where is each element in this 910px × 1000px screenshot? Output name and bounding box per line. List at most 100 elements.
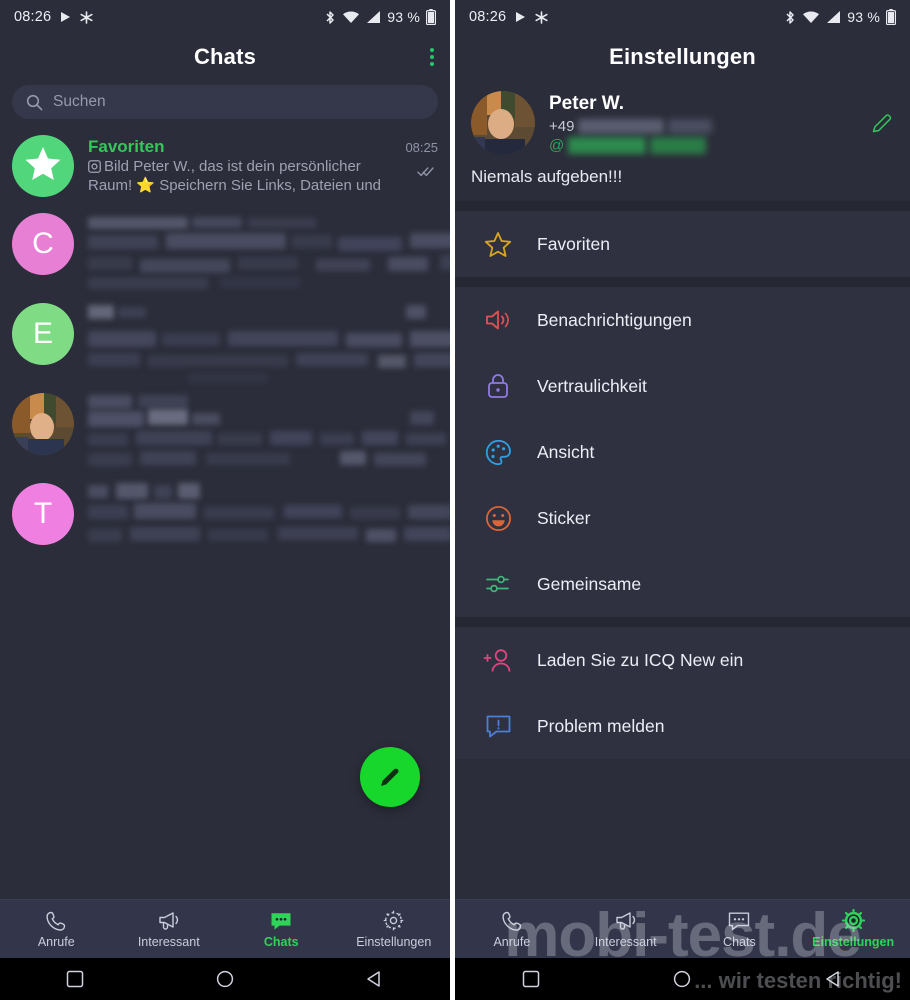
overflow-menu-button[interactable] [430, 47, 434, 66]
chat-row-body: Favoriten 08:25 Bild Peter W., das ist d… [88, 135, 438, 196]
tab-label: Anrufe [493, 934, 531, 949]
chat-row-redacted[interactable]: E [0, 295, 450, 385]
redacted-phone [578, 118, 665, 134]
tab-label: Interessant [594, 934, 657, 949]
avatar [12, 393, 74, 455]
compose-button[interactable] [360, 747, 420, 807]
lock-icon [481, 372, 515, 400]
settings-item-label: Favoriten [537, 233, 610, 254]
speaker-icon [481, 307, 515, 333]
wifi-icon [342, 10, 360, 24]
back-button[interactable] [355, 970, 395, 988]
chat-row-redacted[interactable]: T [0, 475, 450, 565]
home-button[interactable] [205, 970, 245, 988]
chat-bubble-icon [727, 910, 751, 932]
battery-icon [426, 9, 437, 26]
settings-item-benachrichtigungen[interactable]: Benachrichtigungen [455, 287, 910, 353]
back-button[interactable] [814, 970, 854, 988]
avatar-initial: C [32, 227, 54, 260]
avatar: E [12, 303, 74, 365]
settings-item-invite[interactable]: Laden Sie zu ICQ New ein [455, 627, 910, 693]
home-button[interactable] [662, 970, 702, 988]
redacted-handle-2 [650, 136, 707, 154]
snowflake-icon [535, 10, 548, 24]
settings-group-extra: Laden Sie zu ICQ New ein Problem melden [455, 627, 910, 759]
status-bar-left-group: 08:26 [469, 9, 548, 25]
recents-button[interactable] [511, 970, 551, 988]
tab-interessant[interactable]: Interessant [569, 910, 683, 949]
settings-item-ansicht[interactable]: Ansicht [455, 419, 910, 485]
settings-item-report[interactable]: Problem melden [455, 693, 910, 759]
edit-profile-button[interactable] [870, 91, 894, 140]
chat-time: 08:25 [405, 140, 438, 155]
section-divider [455, 277, 910, 287]
recents-button[interactable] [55, 970, 95, 988]
settings-item-gemeinsame[interactable]: Gemeinsame [455, 551, 910, 617]
settings-group-favorites: Favoriten [455, 211, 910, 277]
read-receipt-icon [417, 165, 434, 180]
page-title: Einstellungen [609, 43, 756, 69]
status-time: 08:26 [14, 9, 52, 25]
bottom-tab-bar: Anrufe Interessant Chats Einstellungen [0, 899, 450, 958]
search-bar[interactable]: Suchen [12, 85, 438, 119]
settings-item-label: Laden Sie zu ICQ New ein [537, 649, 744, 670]
settings-item-label: Gemeinsame [537, 573, 642, 594]
chat-row-body [88, 213, 450, 289]
bluetooth-icon [784, 10, 796, 25]
tab-chats[interactable]: Chats [225, 910, 338, 949]
tab-label: Einstellungen [356, 935, 432, 949]
tab-label: Anrufe [37, 934, 75, 949]
tab-label: Interessant [137, 934, 200, 949]
profile-meta: Peter W. +49 @ [549, 91, 870, 154]
settings-item-vertraulichkeit[interactable]: Vertraulichkeit [455, 353, 910, 419]
tab-einstellungen[interactable]: Einstellungen [796, 908, 910, 949]
megaphone-icon [157, 910, 181, 932]
settings-item-label: Ansicht [537, 441, 595, 462]
android-nav-bar [455, 958, 910, 1000]
settings-item-label: Sticker [537, 507, 591, 528]
chat-row-header: Favoriten 08:25 [88, 137, 438, 157]
screenshot-root: 08:26 93 % Chats Suchen Favoriten 08:25 … [0, 0, 910, 1000]
chat-preview-text: Peter W., das ist dein persönlicher Raum… [88, 158, 381, 194]
chat-row-body [88, 483, 450, 542]
section-divider [455, 201, 910, 211]
search-container: Suchen [0, 79, 450, 127]
chat-row-redacted[interactable]: C [0, 205, 450, 295]
search-input[interactable]: Suchen [53, 93, 106, 111]
settings-item-label: Vertraulichkeit [537, 375, 647, 396]
tab-anrufe[interactable]: Anrufe [0, 910, 113, 949]
settings-spacer [455, 759, 910, 899]
chat-preview: Bild Peter W., das ist dein persönlicher… [88, 158, 438, 196]
chat-preview-prefix: Bild [104, 158, 130, 175]
settings-item-sticker[interactable]: Sticker [455, 485, 910, 551]
palette-icon [481, 439, 515, 466]
profile-status: Niemals aufgeben!!! [471, 167, 623, 186]
add-user-icon [481, 647, 515, 674]
chat-name: Favoriten [88, 137, 165, 156]
chat-row-favoriten[interactable]: Favoriten 08:25 Bild Peter W., das ist d… [0, 127, 450, 205]
battery-percent: 93 % [847, 9, 880, 25]
avatar-initial: T [33, 497, 53, 530]
pencil-icon [872, 114, 892, 133]
phone-icon [45, 910, 67, 932]
chat-list[interactable]: Favoriten 08:25 Bild Peter W., das ist d… [0, 127, 450, 899]
avatar[interactable] [471, 91, 535, 155]
battery-percent: 93 % [387, 9, 420, 25]
settings-item-favoriten[interactable]: Favoriten [455, 211, 910, 277]
avatar-photo [12, 393, 74, 455]
avatar-photo [471, 91, 535, 155]
profile-card[interactable]: Peter W. +49 @ Niemals aufgeben!!! [455, 79, 910, 201]
tab-einstellungen[interactable]: Einstellungen [338, 909, 451, 949]
tab-chats[interactable]: Chats [683, 910, 797, 949]
status-bar-left-group: 08:26 [14, 9, 93, 25]
redacted-phone-2 [668, 118, 713, 134]
chat-row-redacted[interactable] [0, 385, 450, 475]
page-title: Chats [193, 43, 257, 69]
tab-anrufe[interactable]: Anrufe [455, 910, 569, 949]
tab-interessant[interactable]: Interessant [113, 910, 226, 949]
redacted-handle [568, 136, 647, 154]
app-bar-chats: Chats [0, 34, 450, 79]
chat-row-body [88, 303, 450, 383]
tab-label: Einstellungen [812, 935, 895, 949]
app-bar-settings: Einstellungen [455, 34, 910, 79]
